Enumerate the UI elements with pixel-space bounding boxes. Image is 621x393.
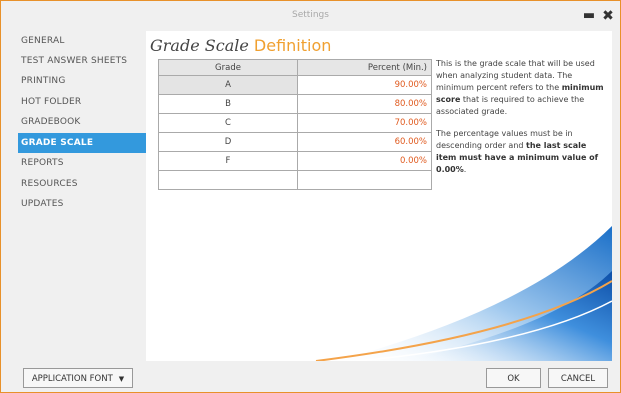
table-row[interactable]: F 0.00% <box>158 151 432 171</box>
content-panel: Grade Scale Definition Grade Percent (Mi… <box>146 31 612 361</box>
grade-scale-table: Grade Percent (Min.) A 90.00% B 80.00% C… <box>158 59 432 190</box>
percent-cell[interactable]: 90.00% <box>297 75 432 95</box>
sidebar-item-test-answer-sheets[interactable]: TEST ANSWER SHEETS <box>1 51 146 71</box>
grade-cell[interactable]: D <box>158 132 298 152</box>
table-row[interactable]: C 70.00% <box>158 113 432 133</box>
percent-cell[interactable]: 60.00% <box>297 132 432 152</box>
application-font-label: APPLICATION FONT <box>31 374 113 384</box>
grade-cell[interactable]: C <box>158 113 298 133</box>
page-title: Grade Scale Definition <box>150 36 331 55</box>
description-text: . <box>463 165 467 174</box>
grade-scale-description: This is the grade scale that will be use… <box>436 58 608 186</box>
table-row[interactable]: D 60.00% <box>158 132 432 152</box>
minimize-icon[interactable]: ▬ <box>580 7 598 25</box>
table-row[interactable]: B 80.00% <box>158 94 432 114</box>
sidebar-item-gradebook[interactable]: GRADEBOOK <box>1 112 146 132</box>
table-header-row: Grade Percent (Min.) <box>158 59 432 76</box>
grade-cell[interactable]: B <box>158 94 298 114</box>
sidebar-item-general[interactable]: GENERAL <box>1 31 146 51</box>
table-row-new[interactable] <box>158 170 432 190</box>
grade-cell[interactable]: A <box>158 75 298 95</box>
grade-cell[interactable] <box>158 170 298 190</box>
sidebar-item-hot-folder[interactable]: HOT FOLDER <box>1 92 146 112</box>
percent-cell[interactable] <box>297 170 432 190</box>
close-icon[interactable]: ✖ <box>599 7 617 25</box>
ok-button[interactable]: OK <box>486 368 541 388</box>
footer-bar: APPLICATION FONT ▼ OK CANCEL <box>1 361 620 392</box>
page-title-accent: Definition <box>253 36 332 55</box>
application-font-button[interactable]: APPLICATION FONT ▼ <box>23 368 133 388</box>
column-header-grade[interactable]: Grade <box>158 59 298 76</box>
sidebar-item-printing[interactable]: PRINTING <box>1 71 146 91</box>
description-paragraph: The percentage values must be in descend… <box>436 128 608 176</box>
percent-cell[interactable]: 80.00% <box>297 94 432 114</box>
percent-cell[interactable]: 0.00% <box>297 151 432 171</box>
description-paragraph: This is the grade scale that will be use… <box>436 58 608 118</box>
sidebar-item-reports[interactable]: REPORTS <box>1 153 146 173</box>
window-title: Settings <box>292 10 329 20</box>
sidebar-item-label: GRADE SCALE <box>21 138 94 148</box>
settings-window: Settings ▬ ✖ GENERAL TEST ANSWER SHEETS … <box>0 0 621 393</box>
title-bar[interactable]: Settings ▬ ✖ <box>1 1 620 31</box>
sidebar-item-resources[interactable]: RESOURCES <box>1 174 146 194</box>
grade-cell[interactable]: F <box>158 151 298 171</box>
column-header-percent[interactable]: Percent (Min.) <box>297 59 432 76</box>
page-title-main: Grade Scale <box>150 36 249 55</box>
sidebar-item-grade-scale[interactable]: GRADE SCALE <box>18 133 152 153</box>
sidebar-item-updates[interactable]: UPDATES <box>1 194 146 214</box>
cancel-button[interactable]: CANCEL <box>548 368 608 388</box>
table-row[interactable]: A 90.00% <box>158 75 432 95</box>
dropdown-caret-icon: ▼ <box>118 375 125 383</box>
percent-cell[interactable]: 70.00% <box>297 113 432 133</box>
